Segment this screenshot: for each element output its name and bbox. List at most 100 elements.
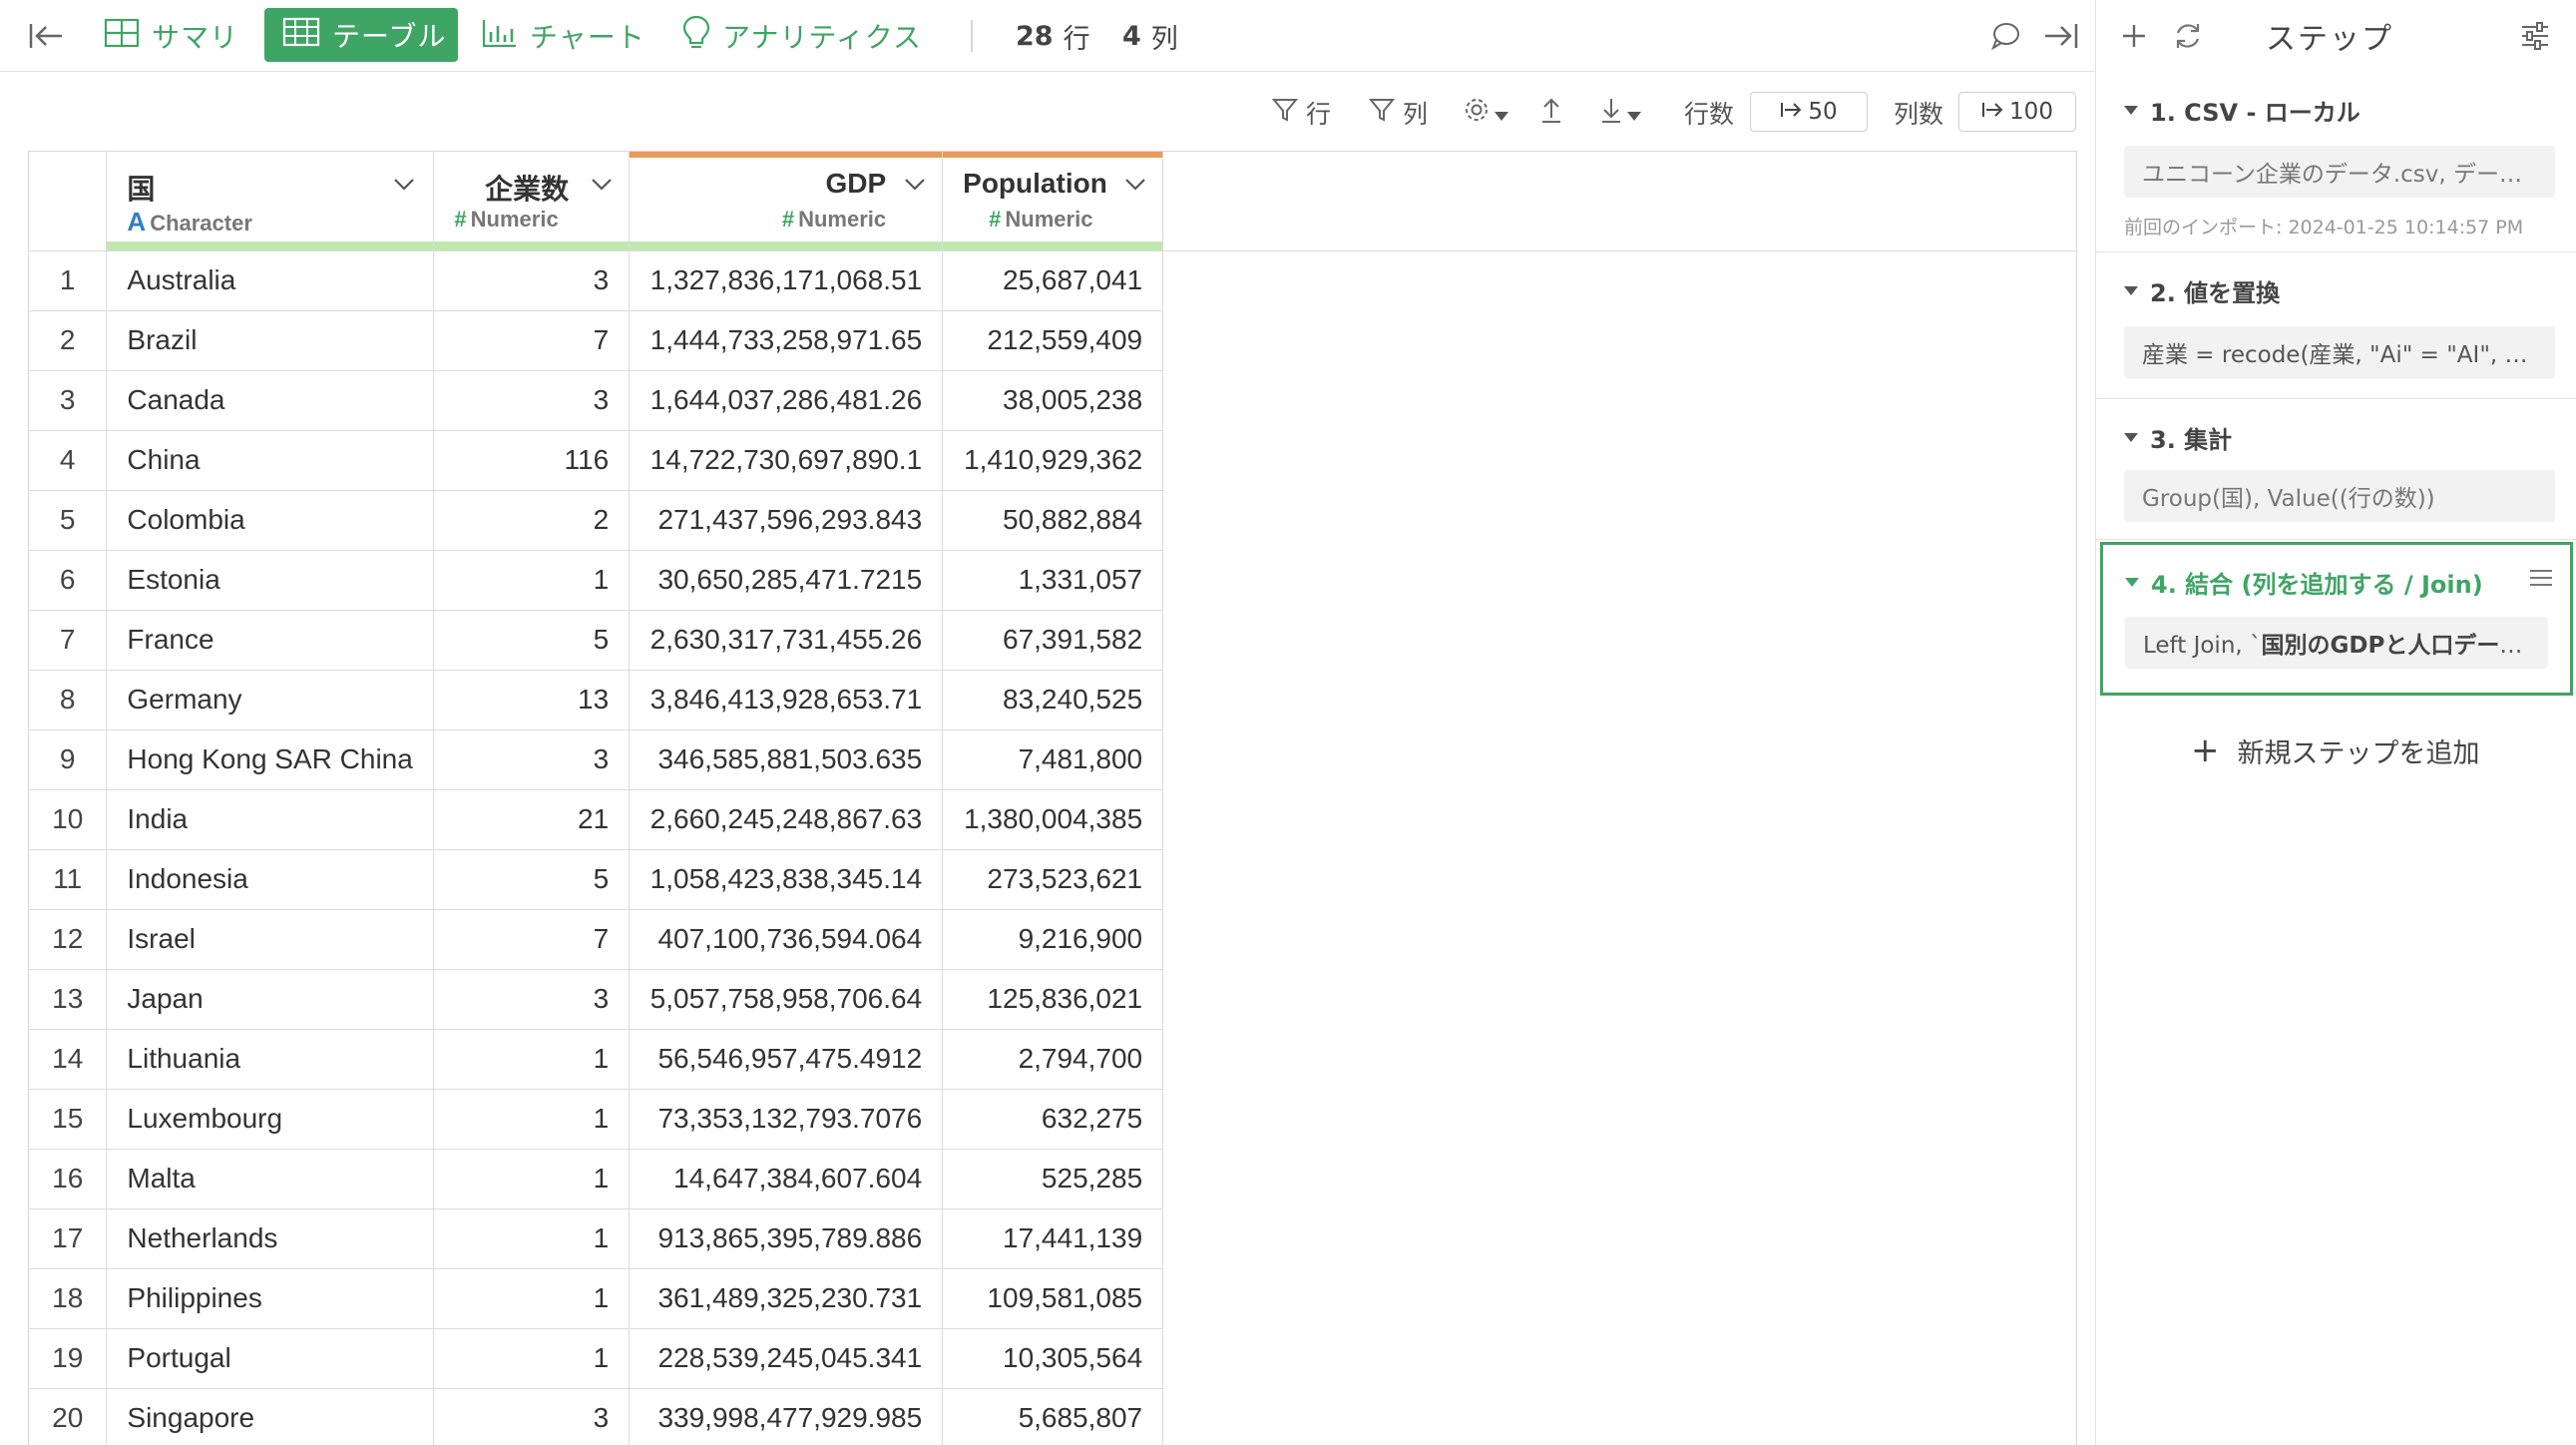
cell-country[interactable]: Portugal [106,1328,435,1389]
cell-company-count[interactable]: 13 [433,670,631,730]
cell-country[interactable]: Indonesia [106,849,435,910]
cell-country[interactable]: Luxembourg [106,1089,435,1150]
cell-population[interactable]: 5,685,807 [942,1388,1164,1445]
cell-company-count[interactable]: 3 [433,370,631,431]
cell-gdp[interactable]: 228,539,245,045.341 [629,1328,944,1389]
cell-gdp[interactable]: 1,327,836,171,068.51 [629,250,944,311]
step-item[interactable]: 3. 集計 Group(国), Value((行の数)) [2096,400,2576,540]
cell-gdp[interactable]: 1,644,037,286,481.26 [629,370,944,431]
step-item-selected[interactable]: 4. 結合 (列を追加する / Join) Left Join, `国別のGDP… [2100,542,2573,696]
cell-company-count[interactable]: 3 [433,1388,631,1445]
chevron-down-icon[interactable] [1124,178,1146,197]
collapse-triangle-icon[interactable] [2124,433,2138,442]
cell-gdp[interactable]: 1,444,733,258,971.65 [629,310,944,371]
column-filter-button[interactable]: 列 [1368,93,1428,133]
hamburger-menu-icon[interactable] [2526,563,2556,593]
cell-gdp[interactable]: 56,546,957,475.4912 [629,1029,944,1090]
row-filter-button[interactable]: 行 [1271,93,1331,133]
cell-company-count[interactable]: 1 [433,1208,631,1269]
cell-gdp[interactable]: 14,722,730,697,890.1 [629,430,944,491]
cell-population[interactable]: 25,687,041 [942,250,1164,311]
step-title[interactable]: 1. CSV - ローカル [2124,93,2361,128]
cell-gdp[interactable]: 407,100,736,594.064 [629,909,944,970]
cell-company-count[interactable]: 2 [433,490,631,551]
cell-country[interactable]: Australia [106,250,435,311]
cell-country[interactable]: Hong Kong SAR China [106,729,435,790]
cell-population[interactable]: 10,305,564 [942,1328,1164,1389]
step-detail[interactable]: Left Join, `国別のGDPと人口データ... [2125,617,2548,669]
cell-country[interactable]: Japan [106,969,435,1030]
cell-company-count[interactable]: 1 [433,1268,631,1329]
step-detail[interactable]: ユニコーン企業のデータ.csv, データ... [2124,146,2555,198]
cell-country[interactable]: France [106,610,435,671]
cell-population[interactable]: 17,441,139 [942,1208,1164,1269]
cell-company-count[interactable]: 7 [433,310,631,371]
rows-input[interactable]: 50 [1750,92,1868,132]
step-detail[interactable]: Group(国), Value((行の数)) [2124,470,2555,522]
chevron-down-icon[interactable] [393,178,415,197]
cell-population[interactable]: 83,240,525 [942,670,1164,730]
collapse-right-icon[interactable] [2039,16,2083,56]
cell-company-count[interactable]: 21 [433,789,631,850]
cell-gdp[interactable]: 2,660,245,248,867.63 [629,789,944,850]
cell-company-count[interactable]: 5 [433,610,631,671]
cell-gdp[interactable]: 913,865,395,789.886 [629,1208,944,1269]
step-item[interactable]: 1. CSV - ローカル ユニコーン企業のデータ.csv, データ... 前回… [2096,73,2576,252]
add-new-step-button[interactable]: + 新規ステップを追加 [2191,728,2480,772]
sort-dropdown-button[interactable] [1599,93,1641,133]
cell-population[interactable]: 1,410,929,362 [942,430,1164,491]
cell-population[interactable]: 212,559,409 [942,310,1164,371]
cell-company-count[interactable]: 1 [433,1029,631,1090]
tab-analytics[interactable]: アナリティクス [682,0,922,72]
export-button[interactable] [1539,93,1563,133]
cell-population[interactable]: 9,216,900 [942,909,1164,970]
cell-gdp[interactable]: 3,846,413,928,653.71 [629,670,944,730]
cell-country[interactable]: Lithuania [106,1029,435,1090]
columns-input[interactable]: 100 [1958,92,2076,132]
step-title[interactable]: 3. 集計 [2124,420,2232,455]
cell-country[interactable]: Philippines [106,1268,435,1329]
refresh-icon[interactable] [2168,16,2208,56]
step-detail[interactable]: 産業 = recode(産業, "Ai" = "AI", "Art... [2124,326,2555,378]
tab-chart[interactable]: チャート [482,0,645,72]
cell-company-count[interactable]: 1 [433,1328,631,1389]
collapse-triangle-icon[interactable] [2125,578,2139,587]
collapse-triangle-icon[interactable] [2124,286,2138,295]
cell-population[interactable]: 67,391,582 [942,610,1164,671]
cell-company-count[interactable]: 1 [433,1089,631,1150]
cell-gdp[interactable]: 5,057,758,958,706.64 [629,969,944,1030]
cell-gdp[interactable]: 361,489,325,230.731 [629,1268,944,1329]
cell-country[interactable]: Singapore [106,1388,435,1445]
column-header-gdp[interactable]: GDP # Numeric [629,152,944,251]
cell-company-count[interactable]: 116 [433,430,631,491]
column-header-country[interactable]: 国 A Character [106,152,435,251]
cell-population[interactable]: 50,882,884 [942,490,1164,551]
cell-country[interactable]: India [106,789,435,850]
cell-population[interactable]: 38,005,238 [942,370,1164,431]
tab-table[interactable]: テーブル [264,8,458,62]
sliders-icon[interactable] [2515,16,2555,56]
cell-country[interactable]: Canada [106,370,435,431]
cell-company-count[interactable]: 3 [433,250,631,311]
plus-icon[interactable] [2114,16,2154,56]
cell-population[interactable]: 109,581,085 [942,1268,1164,1329]
collapse-left-icon[interactable] [24,0,68,72]
step-title[interactable]: 2. 値を置換 [2124,273,2280,308]
cell-gdp[interactable]: 73,353,132,793.7076 [629,1089,944,1150]
cell-population[interactable]: 125,836,021 [942,969,1164,1030]
cell-company-count[interactable]: 1 [433,1149,631,1209]
collapse-triangle-icon[interactable] [2124,106,2138,115]
column-header-population[interactable]: Population # Numeric [942,152,1164,251]
cell-company-count[interactable]: 3 [433,969,631,1030]
cell-company-count[interactable]: 3 [433,729,631,790]
cell-population[interactable]: 1,380,004,385 [942,789,1164,850]
cell-country[interactable]: Malta [106,1149,435,1209]
cell-gdp[interactable]: 346,585,881,503.635 [629,729,944,790]
cell-country[interactable]: China [106,430,435,491]
cell-population[interactable]: 273,523,621 [942,849,1164,910]
cell-population[interactable]: 2,794,700 [942,1029,1164,1090]
chevron-down-icon[interactable] [904,178,926,197]
step-item[interactable]: 2. 値を置換 産業 = recode(産業, "Ai" = "AI", "Ar… [2096,253,2576,399]
cell-country[interactable]: Netherlands [106,1208,435,1269]
chevron-down-icon[interactable] [591,178,613,197]
